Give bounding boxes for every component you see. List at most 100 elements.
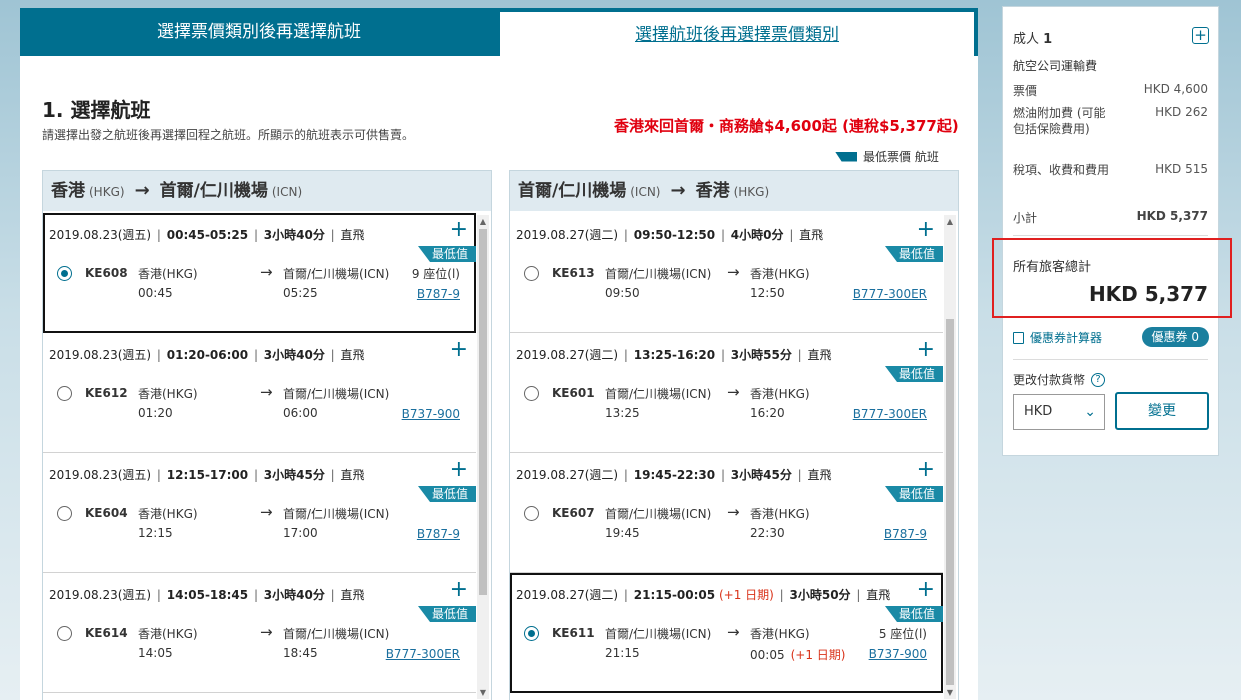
- flight-row[interactable]: 2019.08.27(週二) | 13:25-16:20 | 3小時55分 | …: [510, 333, 943, 453]
- arrival-time: 06:00: [283, 406, 318, 420]
- aircraft-link[interactable]: B777-300ER: [853, 287, 927, 301]
- scroll-up-icon[interactable]: ▲: [477, 217, 489, 226]
- lowest-fare-badge: 最低值: [884, 606, 943, 622]
- departure-time: 01:20: [138, 406, 173, 420]
- route-dest: 香港: [695, 181, 730, 201]
- flight-time: 21:15-00:05: [633, 588, 716, 602]
- departure-time: 21:15: [605, 646, 640, 660]
- arrow-right-icon: →: [260, 263, 273, 281]
- fare-label: 票價: [1013, 84, 1038, 98]
- outbound-panel: 香港 (HKG) → 首爾/仁川機場 (ICN) 2019.08.23(週五) | …: [42, 170, 492, 700]
- fuel-value: HKD 262: [1155, 105, 1208, 119]
- flight-header: 2019.08.23(週五) | 12:15-17:00 | 3小時45分 | …: [49, 466, 365, 483]
- currency-select[interactable]: HKD ⌄: [1013, 394, 1105, 430]
- arrow-right-icon: →: [727, 263, 740, 281]
- flight-time: 13:25-16:20: [633, 348, 716, 362]
- arrow-right-icon: →: [670, 180, 686, 201]
- expand-plus-icon[interactable]: +: [450, 339, 468, 361]
- aircraft-link[interactable]: B777-300ER: [853, 407, 927, 421]
- flight-date: 2019.08.23(週五): [49, 348, 152, 362]
- subtotal-value: HKD 5,377: [1136, 209, 1208, 223]
- coupon-calculator-link[interactable]: 優惠券計算器: [1013, 329, 1102, 346]
- expand-plus-icon[interactable]: +: [917, 579, 935, 601]
- departure-time: 13:25: [605, 406, 640, 420]
- aircraft-link[interactable]: B787-9: [417, 287, 460, 301]
- flight-header: 2019.08.27(週二) | 19:45-22:30 | 3小時45分 | …: [516, 466, 832, 483]
- flight-radio[interactable]: [57, 266, 72, 281]
- help-icon[interactable]: ?: [1091, 372, 1106, 387]
- separator: |: [250, 228, 262, 242]
- expand-plus-icon[interactable]: +: [450, 459, 468, 481]
- flight-radio[interactable]: [57, 506, 72, 521]
- arrival-airport: 香港(HKG): [750, 267, 810, 281]
- coupon-badge[interactable]: 優惠券 0: [1141, 327, 1209, 347]
- separator: |: [326, 228, 339, 242]
- flight-radio[interactable]: [57, 386, 72, 401]
- flight-number: KE607: [552, 506, 595, 520]
- flight-duration: 3小時40分: [263, 228, 325, 242]
- promo-text: 香港來回首爾・商務艙$4,600起 (連稅$5,377起): [614, 117, 959, 135]
- flight-type: 直飛: [799, 228, 824, 242]
- flight-type: 直飛: [340, 588, 365, 602]
- arrow-right-icon: →: [260, 503, 273, 521]
- flight-row[interactable]: 2019.08.27(週二) | 21:15-00:05 (+1 日期) | 3…: [510, 573, 943, 693]
- aircraft-link[interactable]: B737-900: [402, 407, 460, 421]
- flight-row[interactable]: 2019.08.23(週五) | 00:45-05:25 | 3小時40分 | …: [43, 213, 476, 333]
- separator: |: [785, 228, 798, 242]
- separator: |: [620, 348, 632, 362]
- scroll-thumb[interactable]: [479, 229, 487, 595]
- add-passenger-plus-icon[interactable]: +: [1192, 27, 1209, 44]
- arrow-right-icon: →: [260, 383, 273, 401]
- flight-row[interactable]: 2019.08.23(週五) | 01:20-06:00 | 3小時40分 | …: [43, 333, 476, 453]
- aircraft-link[interactable]: B737-900: [869, 647, 927, 661]
- outbound-scrollbar[interactable]: ▲ ▼: [477, 215, 489, 699]
- lowest-fare-badge: 最低值: [884, 486, 943, 502]
- aircraft-link[interactable]: B787-9: [884, 527, 927, 541]
- departure-time: 14:05: [138, 646, 173, 660]
- currency-label-text: 更改付款貨幣: [1013, 373, 1086, 387]
- flight-number: KE614: [85, 626, 128, 640]
- flight-row[interactable]: 2019.08.27(週二) | 09:50-12:50 | 4小時0分 | 直…: [510, 213, 943, 333]
- tab-flight-first[interactable]: 選擇航班後再選擇票價類別: [500, 12, 974, 56]
- flight-date: 2019.08.23(週五): [49, 468, 152, 482]
- outbound-flight-list: 2019.08.23(週五) | 00:45-05:25 | 3小時40分 | …: [43, 213, 476, 693]
- aircraft-link[interactable]: B777-300ER: [386, 647, 460, 661]
- separator: |: [153, 588, 165, 602]
- scroll-down-icon[interactable]: ▼: [944, 688, 956, 697]
- arrival-time: 12:50: [750, 286, 785, 300]
- expand-plus-icon[interactable]: +: [917, 339, 935, 361]
- expand-plus-icon[interactable]: +: [450, 219, 468, 241]
- expand-plus-icon[interactable]: +: [450, 579, 468, 601]
- flight-radio[interactable]: [524, 266, 539, 281]
- separator: |: [250, 348, 262, 362]
- inbound-scrollbar[interactable]: ▲ ▼: [944, 215, 956, 699]
- flight-duration: 3小時45分: [730, 468, 792, 482]
- scroll-thumb[interactable]: [946, 319, 954, 685]
- scroll-down-icon[interactable]: ▼: [477, 688, 489, 697]
- arrival-time-wrap: 22:30: [750, 526, 785, 540]
- departure-airport: 香港(HKG): [138, 387, 198, 401]
- tab-fare-first[interactable]: 選擇票價類別後再選擇航班: [20, 8, 498, 56]
- flight-radio[interactable]: [524, 626, 539, 641]
- expand-plus-icon[interactable]: +: [917, 459, 935, 481]
- flight-row[interactable]: 2019.08.23(週五) | 12:15-17:00 | 3小時45分 | …: [43, 453, 476, 573]
- route-dest-code: (ICN): [271, 185, 303, 199]
- expand-plus-icon[interactable]: +: [917, 219, 935, 241]
- flight-number: KE612: [85, 386, 128, 400]
- flight-radio[interactable]: [524, 506, 539, 521]
- scroll-up-icon[interactable]: ▲: [944, 217, 956, 226]
- separator: |: [153, 228, 165, 242]
- aircraft-link[interactable]: B787-9: [417, 527, 460, 541]
- inbound-route-header: 首爾/仁川機場 (ICN) → 香港 (HKG): [510, 171, 958, 211]
- tax-label: 稅項、收費和費用: [1013, 163, 1110, 177]
- flight-radio[interactable]: [524, 386, 539, 401]
- change-currency-button[interactable]: 變更: [1115, 392, 1209, 430]
- flight-row[interactable]: 2019.08.23(週五) | 14:05-18:45 | 3小時40分 | …: [43, 573, 476, 693]
- fuel-row: 燃油附加費 (可能包括保險費用) HKD 262: [1013, 105, 1208, 137]
- flight-radio[interactable]: [57, 626, 72, 641]
- flight-row[interactable]: 2019.08.27(週二) | 19:45-22:30 | 3小時45分 | …: [510, 453, 943, 573]
- subtotal-label: 小計: [1013, 211, 1038, 225]
- flight-header: 2019.08.27(週二) | 21:15-00:05 (+1 日期) | 3…: [516, 586, 890, 603]
- route-origin-code: (HKG): [89, 185, 125, 199]
- separator: |: [326, 588, 339, 602]
